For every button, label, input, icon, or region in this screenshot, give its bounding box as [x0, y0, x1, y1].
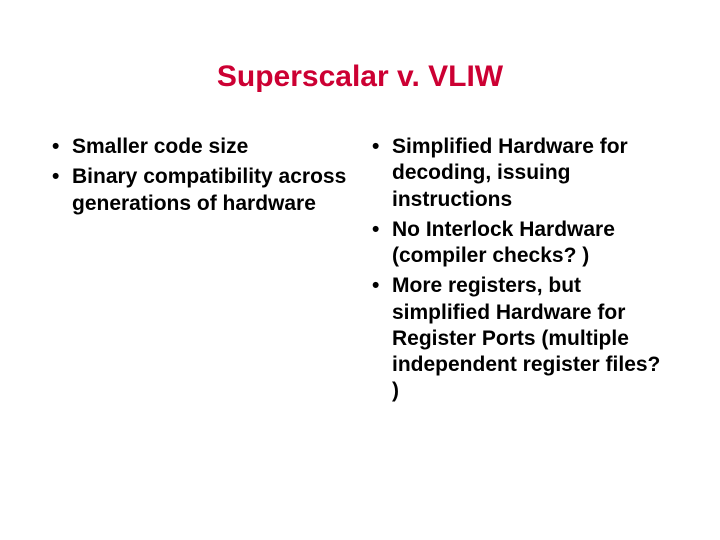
list-item: Simplified Hardware for decoding, issuin… — [370, 134, 670, 213]
list-item: Binary compatibility across generations … — [50, 164, 350, 217]
left-column: Smaller code size Binary compatibility a… — [50, 134, 350, 409]
slide: Superscalar v. VLIW Smaller code size Bi… — [0, 0, 720, 540]
columns: Smaller code size Binary compatibility a… — [50, 134, 670, 409]
list-item: More registers, but simplified Hardware … — [370, 273, 670, 404]
list-item: Smaller code size — [50, 134, 350, 160]
right-column: Simplified Hardware for decoding, issuin… — [370, 134, 670, 409]
right-list: Simplified Hardware for decoding, issuin… — [370, 134, 670, 405]
left-list: Smaller code size Binary compatibility a… — [50, 134, 350, 217]
slide-title: Superscalar v. VLIW — [50, 60, 670, 94]
list-item: No Interlock Hardware (compiler checks? … — [370, 217, 670, 270]
